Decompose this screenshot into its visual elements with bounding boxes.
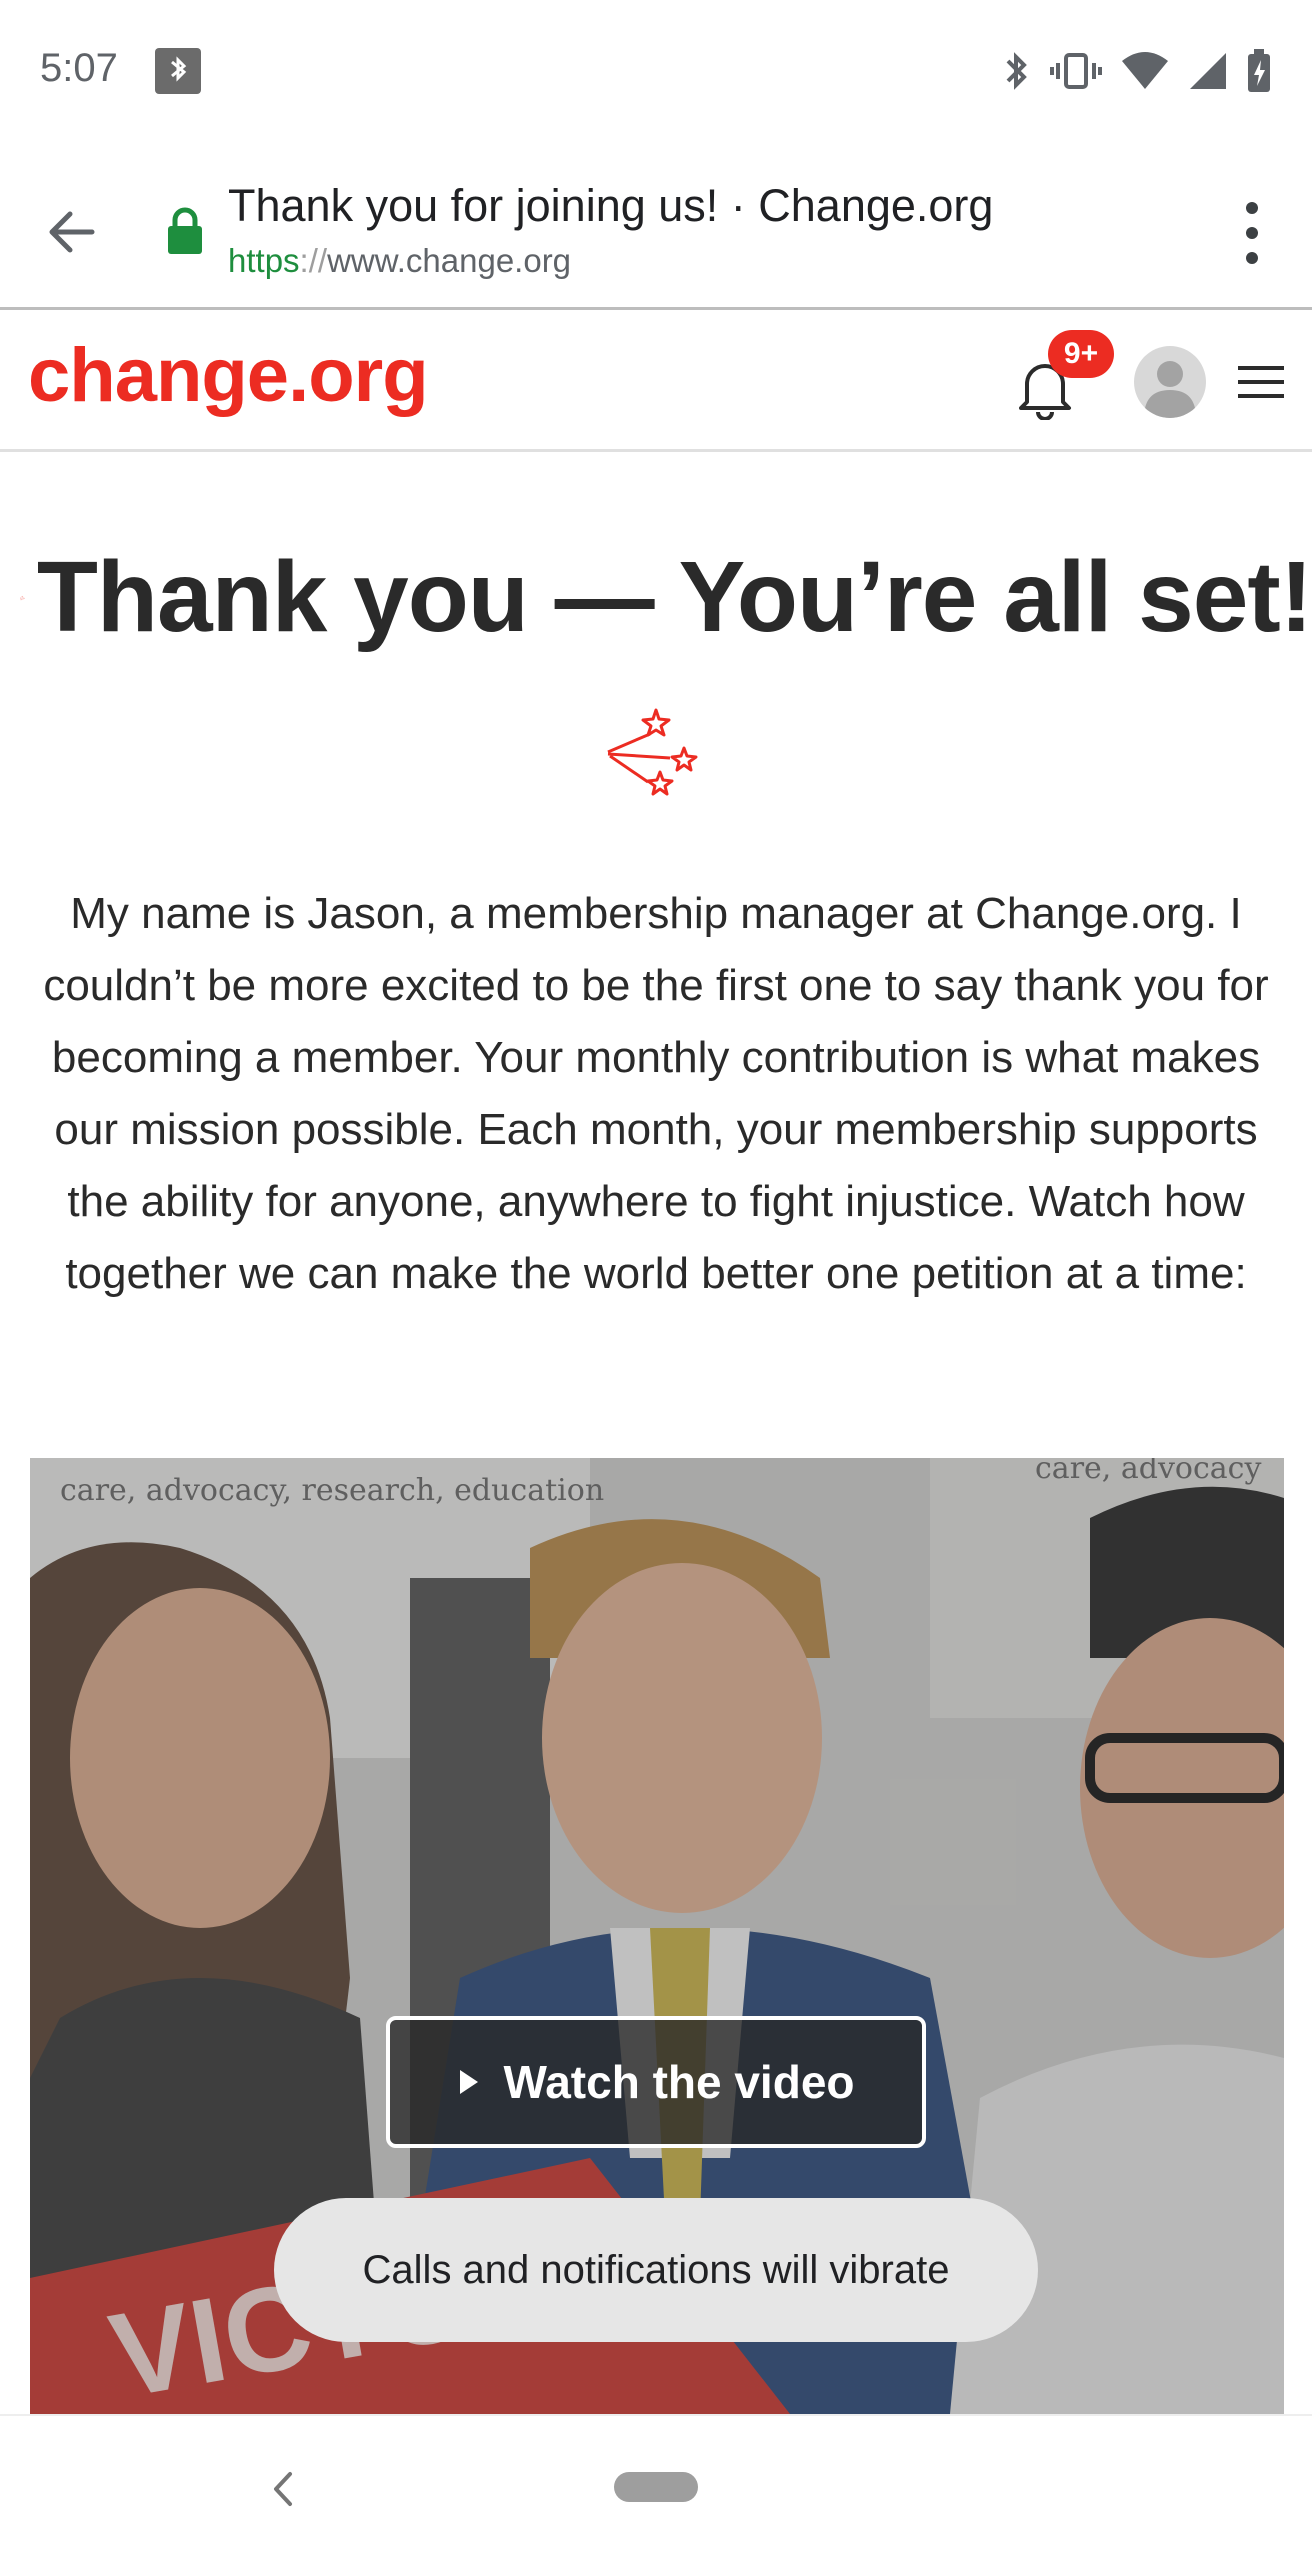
watch-video-button[interactable]: Watch the video	[386, 2016, 926, 2148]
url-display[interactable]: https://www.change.org	[228, 242, 571, 280]
url-host: www.change.org	[327, 242, 572, 279]
page-headline: Thank you — You’re all set!	[36, 541, 1312, 653]
system-navigation-bar	[0, 2414, 1312, 2560]
toast-message: Calls and notifications will vibrate	[362, 2247, 950, 2292]
watch-video-label: Watch the video	[503, 2056, 855, 2108]
intro-paragraph: My name is Jason, a membership manager a…	[43, 889, 1269, 1298]
change-org-logo[interactable]: change.org	[28, 332, 429, 419]
url-scheme: https	[228, 242, 300, 279]
bluetooth-app-icon	[155, 48, 201, 94]
bluetooth-icon	[1006, 52, 1027, 90]
page-title[interactable]: Thank you for joining us! · Change.org	[228, 180, 993, 232]
vibrate-icon	[1050, 53, 1102, 89]
headline: Thank you — You’re all set!	[20, 540, 1312, 655]
wifi-icon	[1122, 52, 1168, 89]
shooting-stars-icon	[20, 595, 25, 600]
back-arrow-icon[interactable]	[40, 200, 104, 264]
avatar[interactable]	[1134, 346, 1206, 418]
site-header: change.org 9+	[0, 310, 1312, 452]
battery-charging-icon	[1248, 49, 1270, 92]
browser-toolbar: Thank you for joining us! · Change.org h…	[0, 150, 1312, 310]
hamburger-menu-icon[interactable]	[1236, 362, 1286, 402]
more-vert-icon[interactable]	[1242, 198, 1262, 268]
vibrate-toast: Calls and notifications will vibrate	[274, 2198, 1038, 2342]
home-pill-button[interactable]	[614, 2472, 698, 2502]
status-bar: 5:07	[0, 0, 1312, 150]
nav-back-icon[interactable]	[262, 2464, 302, 2514]
notification-badge: 9+	[1048, 330, 1114, 378]
play-icon	[459, 2070, 478, 2094]
url-separator: ://	[299, 242, 328, 279]
status-time: 5:07	[40, 46, 118, 90]
lock-icon[interactable]	[165, 206, 205, 256]
signal-icon	[1190, 53, 1226, 89]
status-icons	[1002, 48, 1272, 94]
shooting-stars-icon	[607, 708, 698, 796]
